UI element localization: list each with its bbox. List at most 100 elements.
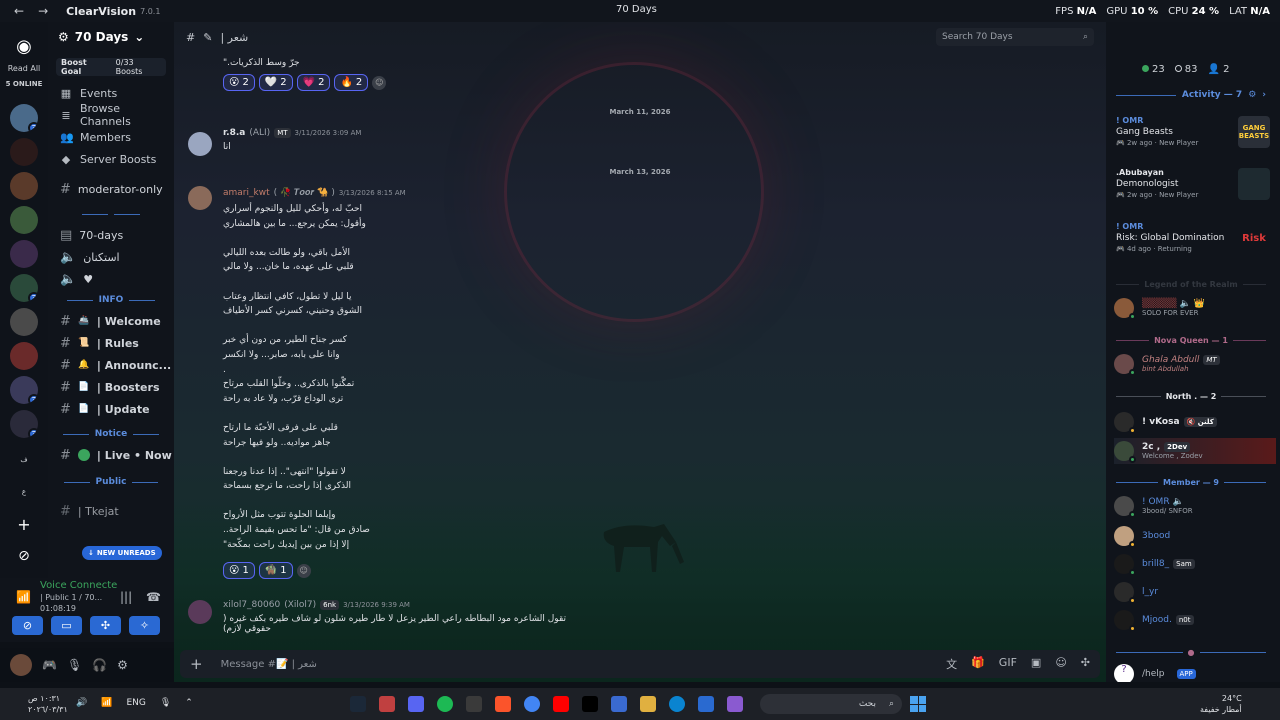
member-row[interactable]: Mjood. n0t xyxy=(1114,608,1276,632)
folder-icon[interactable] xyxy=(640,696,656,712)
channel-welcome[interactable]: # 🚢 | Welcome xyxy=(48,310,174,332)
member-row[interactable]: brill8_ Sam xyxy=(1114,552,1276,576)
activities-button[interactable]: ✣ xyxy=(90,616,121,635)
server-icon[interactable] xyxy=(10,342,38,370)
channel-boosters[interactable]: # 📄 | Boosters xyxy=(48,376,174,398)
wifi-icon[interactable]: 📶 xyxy=(101,698,112,708)
app-icon[interactable] xyxy=(466,696,482,712)
copilot-icon[interactable] xyxy=(727,696,743,712)
channel-voice[interactable]: 🔈 استكنان xyxy=(48,246,174,268)
nav-server-boosts[interactable]: ◆ Server Boosts xyxy=(48,148,174,170)
reaction[interactable]: 🧌 1 xyxy=(258,562,293,579)
member-row[interactable]: ? /help APP xyxy=(1114,662,1276,682)
discover-icon[interactable]: ⊘ xyxy=(10,542,38,570)
activity-card[interactable]: .Abubayan Demonologist 🎮 2w ago · New Pl… xyxy=(1116,168,1276,218)
emoji-icon[interactable]: ☺ xyxy=(1055,656,1066,672)
sticker-icon[interactable]: ▣ xyxy=(1031,656,1041,672)
server-icon[interactable] xyxy=(10,240,38,268)
member-row[interactable]: Ghala Abdull MT bint Abdullah xyxy=(1114,352,1276,376)
server-icon[interactable] xyxy=(10,308,38,336)
member-row[interactable]: 3bood xyxy=(1114,524,1276,548)
outlook-icon[interactable] xyxy=(698,696,714,712)
author-name[interactable]: xilol7_80060 xyxy=(223,600,280,610)
microphone-icon[interactable]: 🎙 xyxy=(67,658,82,672)
nav-events[interactable]: ▦ Events xyxy=(48,82,174,104)
gear-icon[interactable]: ⚙ xyxy=(117,658,128,672)
reaction[interactable]: 🤍 2 xyxy=(258,74,293,91)
headphones-icon[interactable]: 🎧 xyxy=(92,658,107,672)
channel-rules[interactable]: # 📜 | Rules xyxy=(48,332,174,354)
screen-share-button[interactable]: ▭ xyxy=(51,616,82,635)
soundboard-button[interactable]: ✧ xyxy=(129,616,160,635)
discord-icon[interactable] xyxy=(408,696,424,712)
member-row[interactable]: ! OMR 🔈 3bood/ SNFOR xyxy=(1114,494,1276,518)
channel-voice-2[interactable]: 🔈 ♥ xyxy=(48,268,174,290)
server-icon[interactable] xyxy=(10,172,38,200)
server-header[interactable]: ⚙ 70 Days ⌄ xyxy=(48,22,174,52)
chevron-up-icon[interactable]: ⌃ xyxy=(185,698,193,708)
language-indicator[interactable]: ENG xyxy=(126,698,145,708)
weather-widget[interactable]: 24°C أمطار خفيفة xyxy=(1200,693,1242,715)
category-notice[interactable]: Notice xyxy=(48,424,174,444)
discord-home-icon[interactable]: ◉ xyxy=(10,32,38,60)
channel-update[interactable]: # 📄 | Update xyxy=(48,398,174,420)
reaction[interactable]: 🔥 2 xyxy=(334,74,369,91)
member-row[interactable]: ! vKosa 🔇 كلنن xyxy=(1114,410,1276,434)
server-icon[interactable]: ف xyxy=(10,446,38,474)
channel-live-now[interactable]: # | Live • Now xyxy=(48,444,174,466)
avatar[interactable] xyxy=(10,654,32,676)
apps-icon[interactable]: ✣ xyxy=(1081,656,1090,672)
taskbar-clock[interactable]: ١٠:٣١ ص ٢٠٢٦/٠٣/٣١ xyxy=(28,693,68,715)
member-row[interactable]: l_yr xyxy=(1114,580,1276,604)
read-all-button[interactable]: Read All xyxy=(0,64,48,73)
translate-icon[interactable]: 文 xyxy=(946,656,957,672)
avatar[interactable] xyxy=(188,186,212,210)
boost-goal[interactable]: Boost Goal 0/33 Boosts xyxy=(56,58,166,76)
avatar[interactable] xyxy=(188,132,212,156)
nav-browse-channels[interactable]: ≣ Browse Channels xyxy=(48,102,174,128)
activity-card[interactable]: ! OMR Risk: Global Domination 🎮 4d ago ·… xyxy=(1116,222,1276,272)
back-icon[interactable]: ← xyxy=(14,4,24,18)
add-reaction-icon[interactable]: ☺ xyxy=(372,75,387,90)
server-icon[interactable]: ع xyxy=(10,478,38,506)
forward-icon[interactable]: → xyxy=(38,4,48,18)
soundboard-icon[interactable]: ||| xyxy=(120,590,132,604)
volume-icon[interactable]: 🔊 xyxy=(76,698,87,708)
store-icon[interactable] xyxy=(611,696,627,712)
server-icon[interactable] xyxy=(10,206,38,234)
add-server-icon[interactable]: + xyxy=(10,510,38,538)
reaction[interactable]: 💗 2 xyxy=(296,74,331,91)
avatar[interactable] xyxy=(188,600,212,624)
member-row[interactable]: ▒▒▒▒▒ 🔈 👑 SOLO FOR EVER xyxy=(1114,296,1276,320)
add-reaction-icon[interactable]: ☺ xyxy=(296,563,311,578)
plus-icon[interactable]: + xyxy=(190,655,203,673)
disconnect-icon[interactable]: ☎ xyxy=(146,590,161,604)
channel-70-days[interactable]: ▤ 70-days xyxy=(48,224,174,246)
channel-moderator-only[interactable]: # moderator-only xyxy=(48,178,174,200)
reaction[interactable]: 😮 2 xyxy=(223,74,255,91)
author-name[interactable]: r.8.a xyxy=(223,128,245,138)
message-composer[interactable]: + Message #📝 | شعر 文 🎁 GIF ▣ ☺ ✣ xyxy=(180,650,1100,678)
activity-card[interactable]: ! OMR Gang Beasts 🎮 2w ago · New Player … xyxy=(1116,116,1276,166)
gift-icon[interactable]: 🎁 xyxy=(971,656,985,672)
camera-off-button[interactable]: ⊘ xyxy=(12,616,43,635)
brave-icon[interactable] xyxy=(495,696,511,712)
new-unreads-pill[interactable]: ↓ NEW UNREADS xyxy=(82,546,162,560)
windows-start-icon[interactable] xyxy=(910,696,926,712)
message-input[interactable]: Message #📝 | شعر xyxy=(221,659,317,670)
app-icon[interactable] xyxy=(379,696,395,712)
microphone-icon[interactable]: 🎙 xyxy=(160,698,171,708)
search-input[interactable]: Search 70 Days ⌕ xyxy=(936,28,1094,46)
signal-icon[interactable]: 📶 xyxy=(16,590,31,604)
channel-announcements[interactable]: # 🔔 | Announc... xyxy=(48,354,174,376)
voice-channel[interactable]: | Public 1 / 70... xyxy=(40,593,120,602)
chrome-icon[interactable] xyxy=(524,696,540,712)
author-name[interactable]: amari_kwt xyxy=(223,188,270,198)
steam-icon[interactable] xyxy=(350,696,366,712)
gamepad-icon[interactable]: 🎮 xyxy=(42,658,57,672)
server-icon[interactable]: 3 xyxy=(10,376,38,404)
server-icon[interactable]: 3 xyxy=(10,410,38,438)
server-icon[interactable]: 3 xyxy=(10,104,38,132)
category-public[interactable]: Public xyxy=(48,472,174,492)
channel-tkejat[interactable]: # | Tkejat xyxy=(48,500,174,522)
